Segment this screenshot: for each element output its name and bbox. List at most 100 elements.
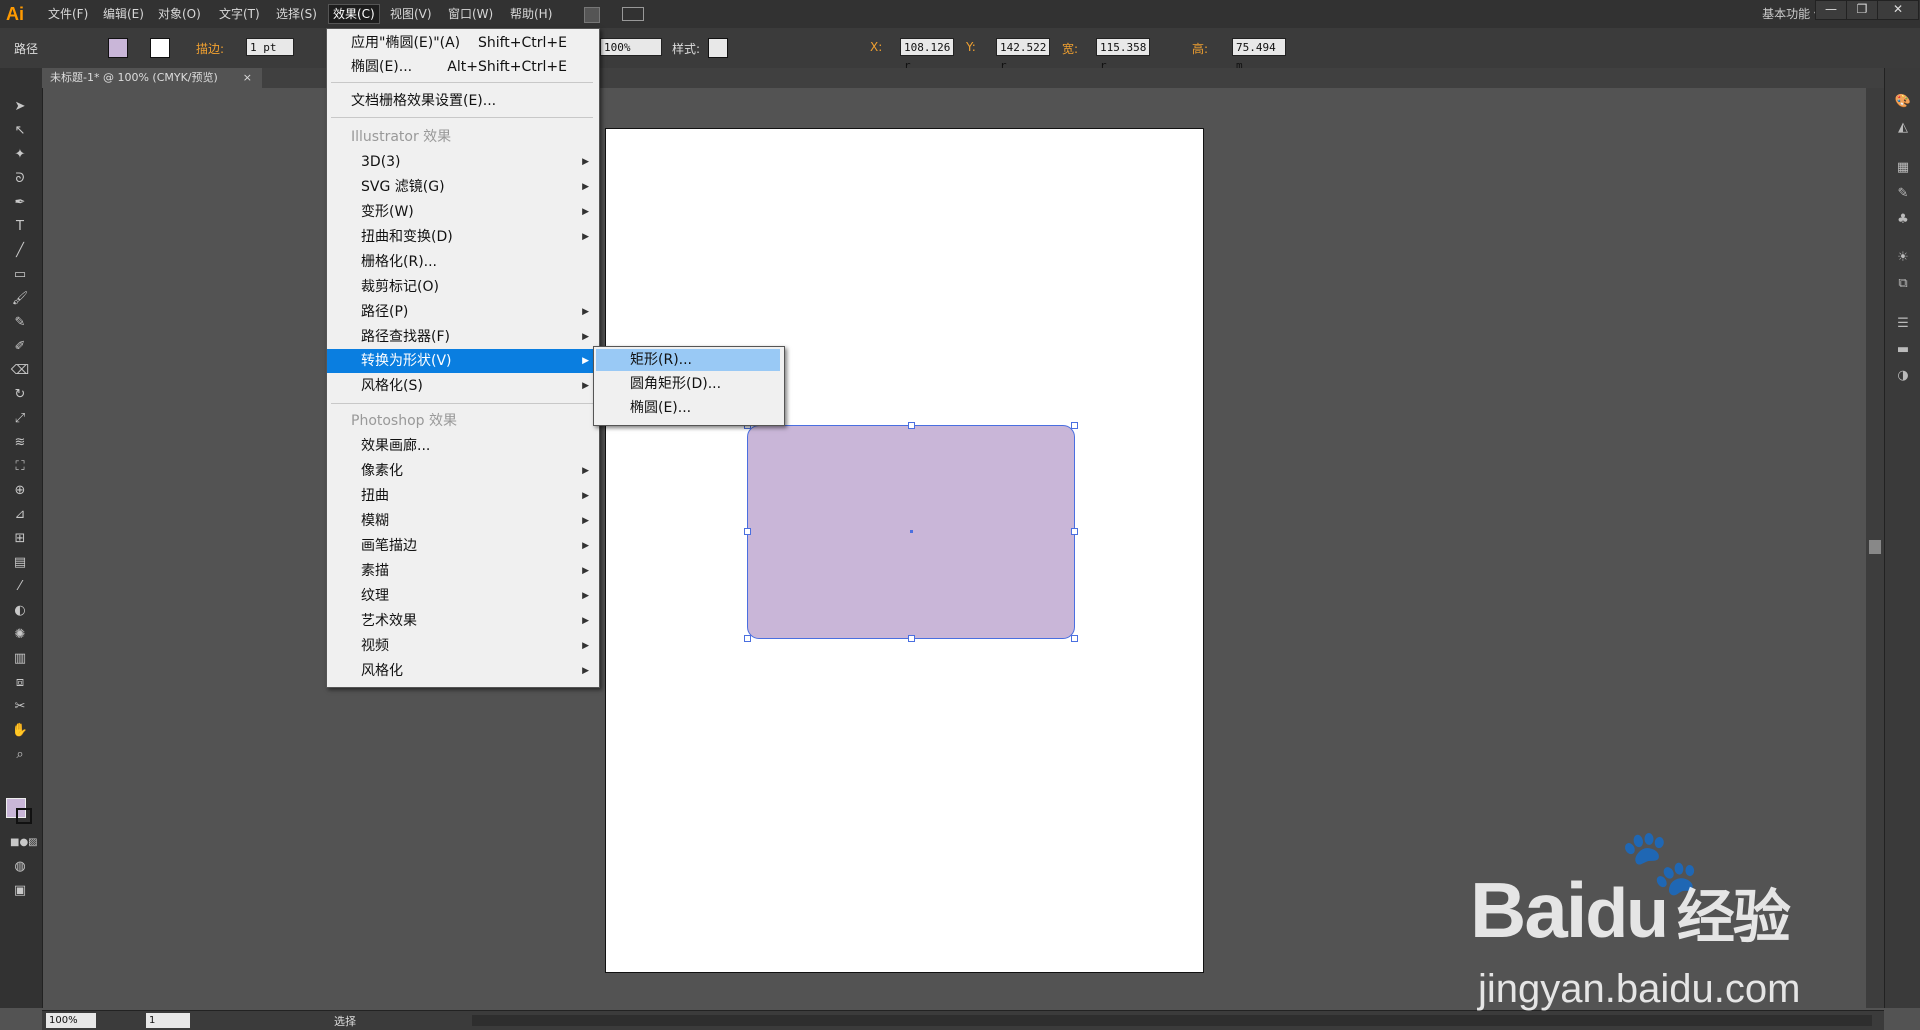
color-guide-icon[interactable]: ◭ <box>1893 118 1913 138</box>
free-transform-icon[interactable]: ⛶ <box>10 458 30 476</box>
menu-item-brush-strokes[interactable]: 画笔描边 ▶ <box>327 534 597 558</box>
height-field[interactable]: 75.494 m <box>1232 38 1286 72</box>
menu-item-stylize-ps[interactable]: 风格化 ▶ <box>327 659 597 683</box>
menu-item-stylize[interactable]: 风格化(S) ▶ <box>327 374 597 398</box>
stroke-color-swatch[interactable] <box>16 808 32 824</box>
magic-wand-icon[interactable]: ✦ <box>10 146 30 164</box>
blend-icon[interactable]: ◐ <box>10 602 30 620</box>
arrange-documents-icon[interactable] <box>622 7 644 21</box>
stroke-panel-icon[interactable]: ☰ <box>1893 314 1913 334</box>
close-tab-icon[interactable]: × <box>243 68 252 88</box>
menu-item-svg-filters[interactable]: SVG 滤镜(G) ▶ <box>327 175 597 199</box>
menu-item-last-effect[interactable]: 椭圆(E)... Alt+Shift+Ctrl+E <box>327 55 597 79</box>
column-graph-icon[interactable]: ▥ <box>10 650 30 668</box>
edge-handle[interactable] <box>744 528 751 535</box>
menu-item-3d[interactable]: 3D(3) ▶ <box>327 150 597 174</box>
artboard-number-field[interactable]: 1 <box>146 1013 190 1028</box>
symbols-icon[interactable]: ♣ <box>1893 210 1913 230</box>
perspective-grid-icon[interactable]: ⊿ <box>10 506 30 524</box>
edge-handle[interactable] <box>908 422 915 429</box>
color-mode-icons[interactable]: ■●▨ <box>10 834 38 852</box>
warp-icon[interactable]: ≋ <box>10 434 30 452</box>
x-field[interactable]: 108.126 r <box>900 38 954 72</box>
menu-edit[interactable]: 编辑(E) <box>99 5 148 23</box>
menu-view[interactable]: 视图(V) <box>386 5 436 23</box>
direct-selection-tool-icon[interactable]: ↖ <box>10 122 30 140</box>
zoom-tool-icon[interactable]: ⌕ <box>10 746 30 764</box>
corner-handle[interactable] <box>744 635 751 642</box>
drawing-mode-icon[interactable]: ◍ <box>10 858 30 876</box>
menu-item-rasterize[interactable]: 栅格化(R)... <box>327 250 597 274</box>
artboard-tool-icon[interactable]: ⧈ <box>10 674 30 692</box>
transparency-icon[interactable]: ◑ <box>1893 366 1913 386</box>
swatches-icon[interactable]: ▦ <box>1893 158 1913 178</box>
slice-tool-icon[interactable]: ✂ <box>10 698 30 716</box>
menu-window[interactable]: 窗口(W) <box>444 5 497 23</box>
menu-item-sketch[interactable]: 素描 ▶ <box>327 559 597 583</box>
menu-type[interactable]: 文字(T) <box>215 5 264 23</box>
menu-file[interactable]: 文件(F) <box>44 5 92 23</box>
corner-handle[interactable] <box>1071 635 1078 642</box>
hand-tool-icon[interactable]: ✋ <box>10 722 30 740</box>
graphic-style-swatch[interactable] <box>708 38 728 58</box>
eyedropper-icon[interactable]: ⁄ <box>10 578 30 596</box>
document-tab[interactable]: 未标题-1* @ 100% (CMYK/预览) × <box>42 68 262 88</box>
menu-item-distort[interactable]: 扭曲 ▶ <box>327 484 597 508</box>
screen-mode-icon[interactable]: ▣ <box>10 882 30 900</box>
lasso-icon[interactable]: ᘐ <box>10 170 30 188</box>
menu-item-raster-settings[interactable]: 文档栅格效果设置(E)... <box>327 89 597 113</box>
gradient-panel-icon[interactable]: ▬ <box>1893 340 1913 360</box>
menu-item-pathfinder[interactable]: 路径查找器(F) ▶ <box>327 325 597 349</box>
menu-effect[interactable]: 效果(C) <box>328 4 380 24</box>
corner-handle[interactable] <box>1071 422 1078 429</box>
edge-handle[interactable] <box>1071 528 1078 535</box>
pen-tool-icon[interactable]: ✒ <box>10 194 30 212</box>
menu-item-apply-last-effect[interactable]: 应用"椭圆(E)"(A) Shift+Ctrl+E <box>327 31 597 55</box>
scale-icon[interactable]: ⤢ <box>10 410 30 428</box>
menu-item-convert-to-shape[interactable]: 转换为形状(V) ▶ <box>327 349 597 373</box>
menu-help[interactable]: 帮助(H) <box>506 5 556 23</box>
stroke-swatch[interactable] <box>150 38 170 58</box>
selected-rounded-rectangle[interactable] <box>744 422 1078 642</box>
menu-item-texture[interactable]: 纹理 ▶ <box>327 584 597 608</box>
paintbrush-icon[interactable]: 🖌 <box>10 290 30 308</box>
stroke-label[interactable]: 描边: <box>196 40 224 57</box>
bridge-icon[interactable] <box>584 7 600 23</box>
menu-item-pixelate[interactable]: 像素化 ▶ <box>327 459 597 483</box>
brushes-icon[interactable]: ✎ <box>1893 184 1913 204</box>
submenu-item-rounded-rectangle[interactable]: 圆角矩形(D)... <box>596 373 780 395</box>
graphic-styles-icon[interactable]: ⧉ <box>1893 274 1913 294</box>
minimize-button[interactable]: — <box>1815 0 1847 20</box>
menu-item-warp[interactable]: 变形(W) ▶ <box>327 200 597 224</box>
type-tool-icon[interactable]: T <box>10 218 30 236</box>
gradient-icon[interactable]: ▤ <box>10 554 30 572</box>
menu-item-blur[interactable]: 模糊 ▶ <box>327 509 597 533</box>
edge-handle[interactable] <box>908 635 915 642</box>
menu-item-effect-gallery[interactable]: 效果画廊... <box>327 434 597 458</box>
menu-item-video[interactable]: 视频 ▶ <box>327 634 597 658</box>
menu-object[interactable]: 对象(O) <box>154 5 205 23</box>
appearance-icon[interactable]: ☀ <box>1893 248 1913 268</box>
stroke-weight-field[interactable]: 1 pt <box>246 38 294 56</box>
y-field[interactable]: 142.522 r <box>996 38 1050 72</box>
rectangle-tool-icon[interactable]: ▭ <box>10 266 30 284</box>
scroll-thumb[interactable] <box>1869 540 1881 554</box>
shape-builder-icon[interactable]: ⊕ <box>10 482 30 500</box>
restore-button[interactable]: ❐ <box>1846 0 1878 20</box>
fill-swatch[interactable] <box>108 38 128 58</box>
menu-item-artistic[interactable]: 艺术效果 ▶ <box>327 609 597 633</box>
workspace-switcher[interactable]: 基本功能 ▾ <box>1762 5 1820 22</box>
submenu-item-ellipse[interactable]: 椭圆(E)... <box>596 397 780 419</box>
menu-item-distort-transform[interactable]: 扭曲和变换(D) ▶ <box>327 225 597 249</box>
submenu-item-rectangle[interactable]: 矩形(R)... <box>596 349 780 371</box>
menu-select[interactable]: 选择(S) <box>272 5 321 23</box>
blob-brush-icon[interactable]: ✐ <box>10 338 30 356</box>
close-window-button[interactable]: ✕ <box>1877 0 1919 20</box>
line-tool-icon[interactable]: ╱ <box>10 242 30 260</box>
mesh-icon[interactable]: ⊞ <box>10 530 30 548</box>
eraser-icon[interactable]: ⌫ <box>10 362 30 380</box>
rotate-icon[interactable]: ↻ <box>10 386 30 404</box>
symbol-sprayer-icon[interactable]: ✺ <box>10 626 30 644</box>
opacity-field[interactable]: 100% <box>600 38 662 56</box>
zoom-field[interactable]: 100% <box>46 1013 96 1028</box>
